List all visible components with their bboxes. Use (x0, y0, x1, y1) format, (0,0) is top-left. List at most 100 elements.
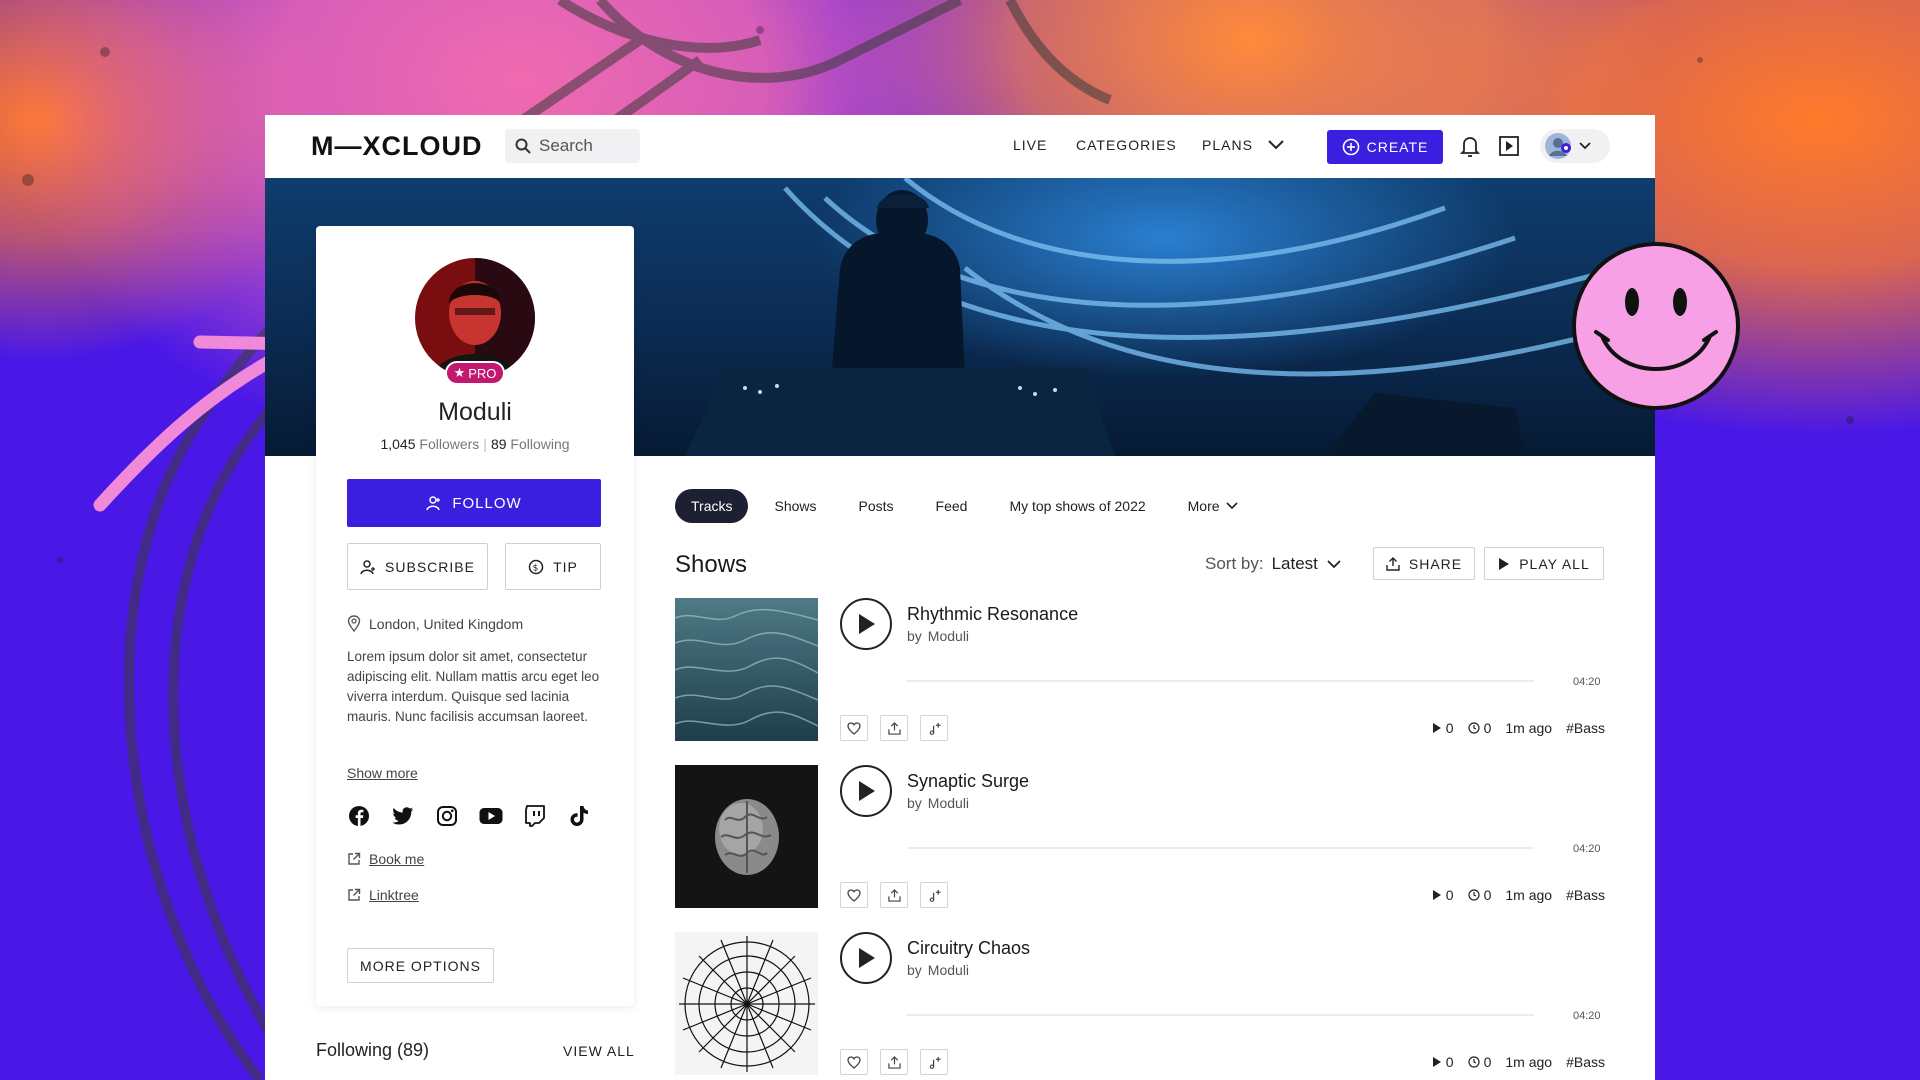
waveform-progress[interactable] (907, 680, 1534, 682)
sort-value: Latest (1271, 554, 1318, 573)
play-all-button[interactable]: PLAY ALL (1484, 547, 1604, 580)
show-tag[interactable]: #Bass (1566, 887, 1605, 903)
show-artwork[interactable] (675, 932, 818, 1075)
favorite-button[interactable] (840, 1049, 868, 1075)
by-prefix: by (907, 628, 922, 644)
twitch-icon[interactable] (523, 804, 547, 828)
location-pin-icon (347, 615, 361, 632)
show-meta: 0 0 1m ago #Bass (1432, 720, 1605, 736)
show-title[interactable]: Rhythmic Resonance (907, 604, 1078, 625)
waveform-progress[interactable] (907, 847, 1534, 849)
subscribe-button[interactable]: SUBSCRIBE (347, 543, 488, 590)
share-show-button[interactable] (880, 1049, 908, 1075)
user-avatar-menu[interactable] (1540, 129, 1610, 163)
view-all-following-link[interactable]: VIEW ALL (563, 1043, 635, 1059)
tab-more-label: More (1187, 498, 1220, 514)
book-me-label: Book me (369, 851, 425, 867)
show-more-link[interactable]: Show more (347, 765, 418, 781)
following-label[interactable]: Following (510, 436, 569, 452)
follow-button[interactable]: FOLLOW (347, 479, 601, 527)
user-icon (426, 496, 441, 511)
sort-dropdown[interactable]: Sort by: Latest (1205, 554, 1342, 574)
show-tag[interactable]: #Bass (1566, 1054, 1605, 1070)
followers-label[interactable]: Followers (419, 436, 479, 452)
tab-shows[interactable]: Shows (758, 489, 832, 523)
add-music-icon (929, 889, 941, 902)
tab-top-shows-2022[interactable]: My top shows of 2022 (993, 489, 1161, 523)
create-label: CREATE (1366, 139, 1429, 155)
listen-time-value: 0 (1483, 887, 1492, 903)
show-artwork[interactable] (675, 598, 818, 741)
external-link-icon (348, 888, 361, 901)
artist-link[interactable]: Moduli (928, 962, 969, 978)
subscribe-user-icon (360, 559, 376, 574)
show-title[interactable]: Circuitry Chaos (907, 938, 1030, 959)
nav-live[interactable]: LIVE (1013, 137, 1047, 153)
favorite-button[interactable] (840, 882, 868, 908)
show-item: Synaptic Surge by Moduli 04:20 0 0 1m ago… (675, 765, 1605, 910)
sort-label: Sort by: (1205, 554, 1264, 573)
coin-icon: $ (528, 559, 544, 574)
smiley-face-decoration (1572, 242, 1740, 410)
more-options-button[interactable]: MORE OPTIONS (347, 948, 494, 983)
tab-posts[interactable]: Posts (843, 489, 910, 523)
share-show-button[interactable] (880, 715, 908, 741)
upload-age: 1m ago (1505, 1054, 1553, 1070)
tip-button[interactable]: $ TIP (505, 543, 601, 590)
favorite-button[interactable] (840, 715, 868, 741)
show-tag[interactable]: #Bass (1566, 720, 1605, 736)
show-artwork[interactable] (675, 765, 818, 908)
search-box[interactable] (505, 129, 640, 163)
mixcloud-logo[interactable]: M—XCLOUD (311, 131, 483, 162)
share-show-button[interactable] (880, 882, 908, 908)
add-to-queue-button[interactable] (920, 1049, 948, 1075)
nav-categories[interactable]: CATEGORIES (1076, 137, 1177, 153)
share-button[interactable]: SHARE (1373, 547, 1475, 580)
search-input[interactable] (539, 136, 629, 156)
twitter-icon[interactable] (391, 804, 415, 828)
circuit-web-artwork (675, 932, 818, 1075)
star-icon: ★ (453, 365, 466, 380)
share-icon (887, 1055, 901, 1069)
tab-feed[interactable]: Feed (920, 489, 984, 523)
share-icon (887, 888, 901, 902)
add-to-queue-button[interactable] (920, 882, 948, 908)
follow-label: FOLLOW (452, 494, 522, 512)
chevron-down-icon[interactable] (1267, 139, 1285, 151)
play-show-button[interactable] (840, 765, 892, 817)
bell-icon[interactable] (1460, 135, 1480, 157)
player-queue-icon[interactable] (1498, 135, 1520, 157)
linktree-label: Linktree (369, 887, 419, 903)
tiktok-icon[interactable] (567, 804, 591, 828)
subscribe-label: SUBSCRIBE (385, 558, 475, 575)
profile-avatar[interactable] (415, 258, 535, 378)
instagram-icon[interactable] (435, 804, 459, 828)
youtube-icon[interactable] (479, 804, 503, 828)
waveform-progress[interactable] (907, 1014, 1534, 1016)
play-icon (859, 614, 875, 634)
show-artist: by Moduli (907, 795, 969, 811)
linktree-link[interactable]: Linktree (347, 887, 419, 903)
heart-icon (847, 888, 861, 902)
share-icon (887, 721, 901, 735)
play-show-button[interactable] (840, 932, 892, 984)
nav-plans[interactable]: PLANS (1202, 137, 1253, 153)
create-button[interactable]: CREATE (1327, 130, 1443, 164)
play-icon (859, 948, 875, 968)
play-count-value: 0 (1445, 887, 1454, 903)
book-me-link[interactable]: Book me (347, 851, 424, 867)
play-icon (1499, 557, 1510, 570)
plus-circle-icon (1342, 138, 1359, 156)
show-title[interactable]: Synaptic Surge (907, 771, 1029, 792)
artist-link[interactable]: Moduli (928, 628, 969, 644)
tab-tracks[interactable]: Tracks (675, 489, 749, 523)
play-show-button[interactable] (840, 598, 892, 650)
avatar (1545, 133, 1571, 159)
show-item: Circuitry Chaos by Moduli 04:20 0 0 1m ag… (675, 932, 1605, 1077)
svg-text:$: $ (533, 563, 540, 573)
tab-more[interactable]: More (1172, 489, 1254, 523)
facebook-icon[interactable] (347, 804, 371, 828)
play-count: 0 (1432, 1054, 1454, 1070)
add-to-queue-button[interactable] (920, 715, 948, 741)
artist-link[interactable]: Moduli (928, 795, 969, 811)
